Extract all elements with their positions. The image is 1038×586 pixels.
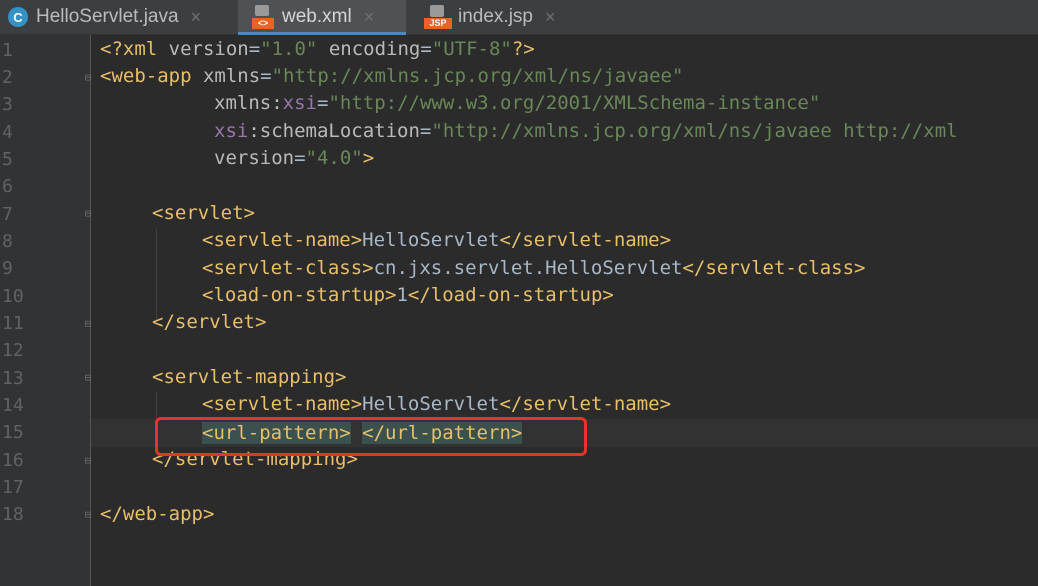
code-line-10[interactable]: <load-on-startup>1</load-on-startup> xyxy=(202,282,614,309)
close-icon[interactable]: × xyxy=(364,7,375,28)
editor-tab-bar: C HelloServlet.java × <> web.xml × JSP i… xyxy=(0,0,1038,35)
line-number: 16 xyxy=(2,450,24,471)
fold-open-icon[interactable]: ⊟ xyxy=(82,72,94,84)
code-line-7[interactable]: <servlet> xyxy=(152,200,255,227)
tab-label: HelloServlet.java xyxy=(36,6,179,27)
line-number: 4 xyxy=(2,122,13,143)
line-number: 9 xyxy=(2,258,13,279)
line-number: 6 xyxy=(2,176,13,197)
line-number: 13 xyxy=(2,368,24,389)
code-line-4[interactable]: xsi:schemaLocation="http://xmlns.jcp.org… xyxy=(214,118,958,145)
line-number: 3 xyxy=(2,94,13,115)
line-number: 18 xyxy=(2,504,24,525)
line-number: 7 xyxy=(2,204,13,225)
tab-index-jsp[interactable]: JSP index.jsp × xyxy=(424,0,584,34)
code-line-14[interactable]: <servlet-name>HelloServlet</servlet-name… xyxy=(202,391,671,418)
indent-guide xyxy=(156,228,157,322)
code-line-1[interactable]: <?xml version="1.0" encoding="UTF-8"?> xyxy=(100,36,535,63)
tab-label: web.xml xyxy=(282,6,352,27)
code-line-11[interactable]: </servlet> xyxy=(152,309,266,336)
code-line-3[interactable]: xmlns:xsi="http://www.w3.org/2001/XMLSch… xyxy=(214,90,820,117)
line-number: 15 xyxy=(2,422,24,443)
xml-file-icon: <> xyxy=(252,5,274,29)
line-number: 12 xyxy=(2,340,24,361)
code-line-9[interactable]: <servlet-class>cn.jxs.servlet.HelloServl… xyxy=(202,255,865,282)
close-icon[interactable]: × xyxy=(191,7,202,28)
tab-web-xml[interactable]: <> web.xml × xyxy=(238,0,406,35)
code-line-13[interactable]: <servlet-mapping> xyxy=(152,364,346,391)
line-number: 11 xyxy=(2,313,24,334)
line-number-gutter: 1 2 3 4 5 6 7 8 9 10 11 12 13 14 15 16 1… xyxy=(0,35,91,586)
code-line-2[interactable]: <web-app xmlns="http://xmlns.jcp.org/xml… xyxy=(100,63,683,90)
fold-open-icon[interactable]: ⊟ xyxy=(82,208,94,220)
line-number: 2 xyxy=(2,67,13,88)
fold-open-icon[interactable]: ⊟ xyxy=(82,372,94,384)
fold-close-icon[interactable]: ⊟ xyxy=(82,509,94,521)
java-class-icon: C xyxy=(8,7,28,27)
code-line-5[interactable]: version="4.0"> xyxy=(214,145,374,172)
line-number: 5 xyxy=(2,149,13,170)
code-line-18[interactable]: </web-app> xyxy=(100,501,214,528)
code-line-8[interactable]: <servlet-name>HelloServlet</servlet-name… xyxy=(202,227,671,254)
line-number: 10 xyxy=(2,286,24,307)
tab-hello-servlet-java[interactable]: C HelloServlet.java × xyxy=(8,0,230,34)
line-number: 1 xyxy=(2,40,13,61)
fold-close-icon[interactable]: ⊟ xyxy=(82,318,94,330)
line-number: 17 xyxy=(2,477,24,498)
close-icon[interactable]: × xyxy=(545,7,556,28)
line-number: 14 xyxy=(2,395,24,416)
highlight-annotation-box xyxy=(155,417,587,456)
line-number: 8 xyxy=(2,231,13,252)
tab-label: index.jsp xyxy=(458,6,533,27)
jsp-file-icon: JSP xyxy=(424,5,452,29)
fold-close-icon[interactable]: ⊟ xyxy=(82,455,94,467)
